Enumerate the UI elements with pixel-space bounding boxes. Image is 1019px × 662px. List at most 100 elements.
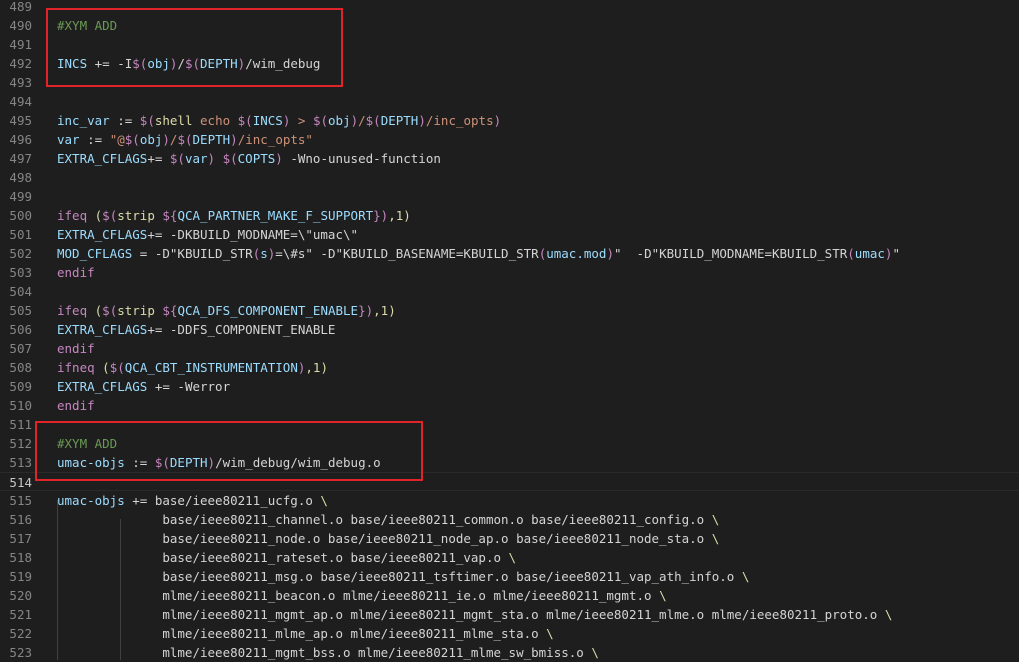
highlight-box-xym-add-objs <box>35 421 423 481</box>
line-number: 519 <box>9 569 32 584</box>
code-token: obj <box>139 132 163 147</box>
code-token: INCS <box>252 113 283 128</box>
code-line[interactable]: 518 base/ieee80211_rateset.o base/ieee80… <box>0 548 1019 567</box>
code-token: QCA_CBT_INSTRUMENTATION <box>124 360 298 375</box>
line-number: 499 <box>9 189 32 204</box>
code-token: ( <box>94 360 110 375</box>
code-token: := <box>109 113 140 128</box>
code-token: /inc_opts <box>425 113 494 128</box>
code-line[interactable]: 502 MOD_CFLAGS = -D"KBUILD_STR (s) =\#s" -D… <box>0 244 1019 263</box>
line-number: 489 <box>9 0 32 14</box>
code-line[interactable]: 520 mlme/ieee80211_beacon.o mlme/ieee802… <box>0 586 1019 605</box>
code-line[interactable]: 516 base/ieee80211_channel.o base/ieee80… <box>0 510 1019 529</box>
code-token: umac.mod <box>546 246 607 261</box>
line-number: 523 <box>9 645 32 660</box>
line-code: mlme/ieee80211_mgmt_bss.o mlme/ieee80211… <box>57 643 599 662</box>
code-token: ( <box>87 208 103 223</box>
code-token: \ <box>320 493 328 508</box>
code-line[interactable]: 503 endif <box>0 263 1019 282</box>
code-token: / <box>358 113 366 128</box>
line-code: endif <box>57 339 95 358</box>
code-token: " <box>892 246 900 261</box>
line-number: 497 <box>9 151 32 166</box>
code-line[interactable]: 515 umac-objs += base/ieee80211_ucfg.o \ <box>0 491 1019 510</box>
code-token: endif <box>57 265 95 280</box>
code-line[interactable]: 494 <box>0 92 1019 111</box>
code-token: mlme/ieee80211_mlme_ap.o mlme/ieee80211_… <box>57 626 547 641</box>
code-token: ifeq <box>57 303 88 318</box>
line-number: 518 <box>9 550 32 565</box>
code-token: -Wno-unused-function <box>282 151 441 166</box>
code-token: += base/ieee80211_ucfg.o <box>124 493 321 508</box>
code-line[interactable]: 499 <box>0 187 1019 206</box>
line-number: 522 <box>9 626 32 641</box>
code-token: $( <box>237 113 253 128</box>
code-token: base/ieee80211_rateset.o base/ieee80211_… <box>57 550 509 565</box>
line-number: 506 <box>9 322 32 337</box>
code-token: ) <box>493 113 502 128</box>
line-number: 512 <box>9 436 32 451</box>
code-token: $( <box>139 113 155 128</box>
line-number: 515 <box>9 493 32 508</box>
code-line[interactable]: 508 ifneq ($(QCA_CBT_INSTRUMENTATION),1) <box>0 358 1019 377</box>
line-number: 514 <box>9 475 32 490</box>
code-token: shell <box>154 113 193 128</box>
code-line[interactable]: 510 endif <box>0 396 1019 415</box>
line-code: EXTRA_CFLAGS += -Werror <box>57 377 230 396</box>
code-line[interactable]: 517 base/ieee80211_node.o base/ieee80211… <box>0 529 1019 548</box>
code-line[interactable]: 507 endif <box>0 339 1019 358</box>
code-line[interactable]: 509 EXTRA_CFLAGS += -Werror <box>0 377 1019 396</box>
code-line[interactable]: 496 var := "@$(obj)/$(DEPTH)/inc_opts" <box>0 130 1019 149</box>
code-token: obj <box>328 113 351 128</box>
code-token: var <box>57 132 80 147</box>
code-token: \ <box>659 588 667 603</box>
code-line[interactable]: 521 mlme/ieee80211_mgmt_ap.o mlme/ieee80… <box>0 605 1019 624</box>
code-line[interactable]: 501 EXTRA_CFLAGS+= -DKBUILD_MODNAME=\"uma… <box>0 225 1019 244</box>
code-token: endif <box>57 398 95 413</box>
code-token: EXTRA_CFLAGS <box>57 322 148 337</box>
code-token: DEPTH <box>192 132 231 147</box>
code-line[interactable]: 495 inc_var := $(shell echo $(INCS) > $(o… <box>0 111 1019 130</box>
code-token: mlme/ieee80211_beacon.o mlme/ieee80211_i… <box>57 588 660 603</box>
line-code: EXTRA_CFLAGS+= -DDFS_COMPONENT_ENABLE <box>57 320 335 339</box>
code-line[interactable]: 504 <box>0 282 1019 301</box>
code-line[interactable]: 506 EXTRA_CFLAGS+= -DDFS_COMPONENT_ENABLE <box>0 320 1019 339</box>
line-code: base/ieee80211_msg.o base/ieee80211_tsft… <box>57 567 749 586</box>
code-token: } <box>373 208 381 223</box>
line-code: mlme/ieee80211_mlme_ap.o mlme/ieee80211_… <box>57 624 553 643</box>
line-number: 520 <box>9 588 32 603</box>
code-token: ,1) <box>305 360 328 375</box>
line-number: 495 <box>9 113 32 128</box>
code-token: \ <box>711 512 720 527</box>
code-token: $( <box>102 208 118 223</box>
code-token: ) <box>418 113 426 128</box>
line-number: 502 <box>9 246 32 261</box>
code-token: $( <box>169 151 185 166</box>
code-line[interactable]: 523 mlme/ieee80211_mgmt_bss.o mlme/ieee8… <box>0 643 1019 662</box>
code-token: = -D"KBUILD_STR <box>132 246 253 261</box>
code-token: \ <box>884 607 893 622</box>
code-line[interactable]: 505 ifeq ($(strip ${QCA_DFS_COMPONENT_ENA… <box>0 301 1019 320</box>
code-line[interactable]: 500 ifeq ($(strip ${QCA_PARTNER_MAKE_F_SU… <box>0 206 1019 225</box>
code-token: \ <box>741 569 750 584</box>
line-code: mlme/ieee80211_mgmt_ap.o mlme/ieee80211_… <box>57 605 892 624</box>
code-token: EXTRA_CFLAGS <box>57 151 148 166</box>
line-number: 516 <box>9 512 32 527</box>
code-token: QCA_PARTNER_MAKE_F_SUPPORT <box>177 208 374 223</box>
line-number: 511 <box>9 417 32 432</box>
code-token: MOD_CFLAGS <box>57 246 133 261</box>
line-number: 496 <box>9 132 32 147</box>
code-token: $( <box>222 151 238 166</box>
line-number: 500 <box>9 208 32 223</box>
code-editor[interactable]: 489 490 #XYM ADD 491 492 INCS += -I$(obj)/$(D… <box>0 0 1019 660</box>
code-token: $( <box>365 113 381 128</box>
code-line[interactable]: 519 base/ieee80211_msg.o base/ieee80211_… <box>0 567 1019 586</box>
code-token: ) <box>350 113 359 128</box>
code-line[interactable]: 498 <box>0 168 1019 187</box>
code-line[interactable]: 522 mlme/ieee80211_mlme_ap.o mlme/ieee80… <box>0 624 1019 643</box>
code-token: EXTRA_CFLAGS <box>57 379 148 394</box>
line-number: 491 <box>9 37 32 52</box>
code-token: ifeq <box>57 208 88 223</box>
code-line[interactable]: 497 EXTRA_CFLAGS+= $(var) $(COPTS) -Wno-u… <box>0 149 1019 168</box>
